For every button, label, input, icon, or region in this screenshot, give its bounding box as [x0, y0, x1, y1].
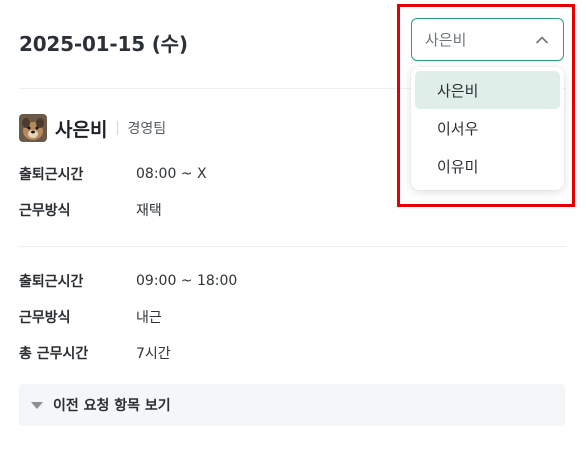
- work-type-label: 근무방식: [19, 310, 71, 326]
- previous-requests-label: 이전 요청 항목 보기: [53, 398, 171, 414]
- dropdown-option[interactable]: 이서우: [415, 109, 560, 147]
- work-type-value: 재택: [136, 203, 162, 219]
- user-row: 사은비 경영팀: [19, 114, 166, 142]
- commute-time-value: 09:00 ~ 18:00: [136, 273, 238, 289]
- employee-select-value: 사은비: [425, 31, 467, 49]
- caret-down-icon: [31, 401, 43, 409]
- section-divider: [19, 246, 566, 247]
- total-hours-label: 총 근무시간: [19, 346, 89, 362]
- user-name: 사은비: [55, 118, 108, 141]
- total-hours-value: 7시간: [136, 346, 171, 362]
- dropdown-option[interactable]: 사은비: [415, 71, 560, 109]
- record2-row-total-hours: 총 근무시간 7시간: [19, 343, 171, 363]
- commute-time-label: 출퇴근시간: [19, 167, 84, 183]
- employee-select[interactable]: 사은비: [411, 18, 564, 61]
- page-title: 2025-01-15 (수): [19, 32, 188, 56]
- name-separator: [117, 121, 119, 135]
- user-team: 경영팀: [127, 121, 167, 137]
- work-type-value: 내근: [136, 310, 162, 326]
- page: 2025-01-15 (수) 사은비 경영팀 출퇴근시간 08:00 ~ X 근…: [0, 0, 587, 453]
- record1-row-work-type: 근무방식 재택: [19, 200, 162, 220]
- dropdown-option[interactable]: 이유미: [415, 147, 560, 185]
- work-type-label: 근무방식: [19, 203, 71, 219]
- record2-row-work-type: 근무방식 내근: [19, 307, 162, 327]
- commute-time-value: 08:00 ~ X: [136, 166, 207, 182]
- commute-time-label: 출퇴근시간: [19, 274, 84, 290]
- avatar: [19, 114, 47, 142]
- previous-requests-toggle[interactable]: 이전 요청 항목 보기: [19, 384, 565, 426]
- record1-row-commute: 출퇴근시간 08:00 ~ X: [19, 164, 207, 184]
- record2-row-commute: 출퇴근시간 09:00 ~ 18:00: [19, 271, 237, 291]
- employee-dropdown-menu: 사은비 이서우 이유미: [411, 67, 564, 190]
- chevron-up-icon: [536, 36, 548, 44]
